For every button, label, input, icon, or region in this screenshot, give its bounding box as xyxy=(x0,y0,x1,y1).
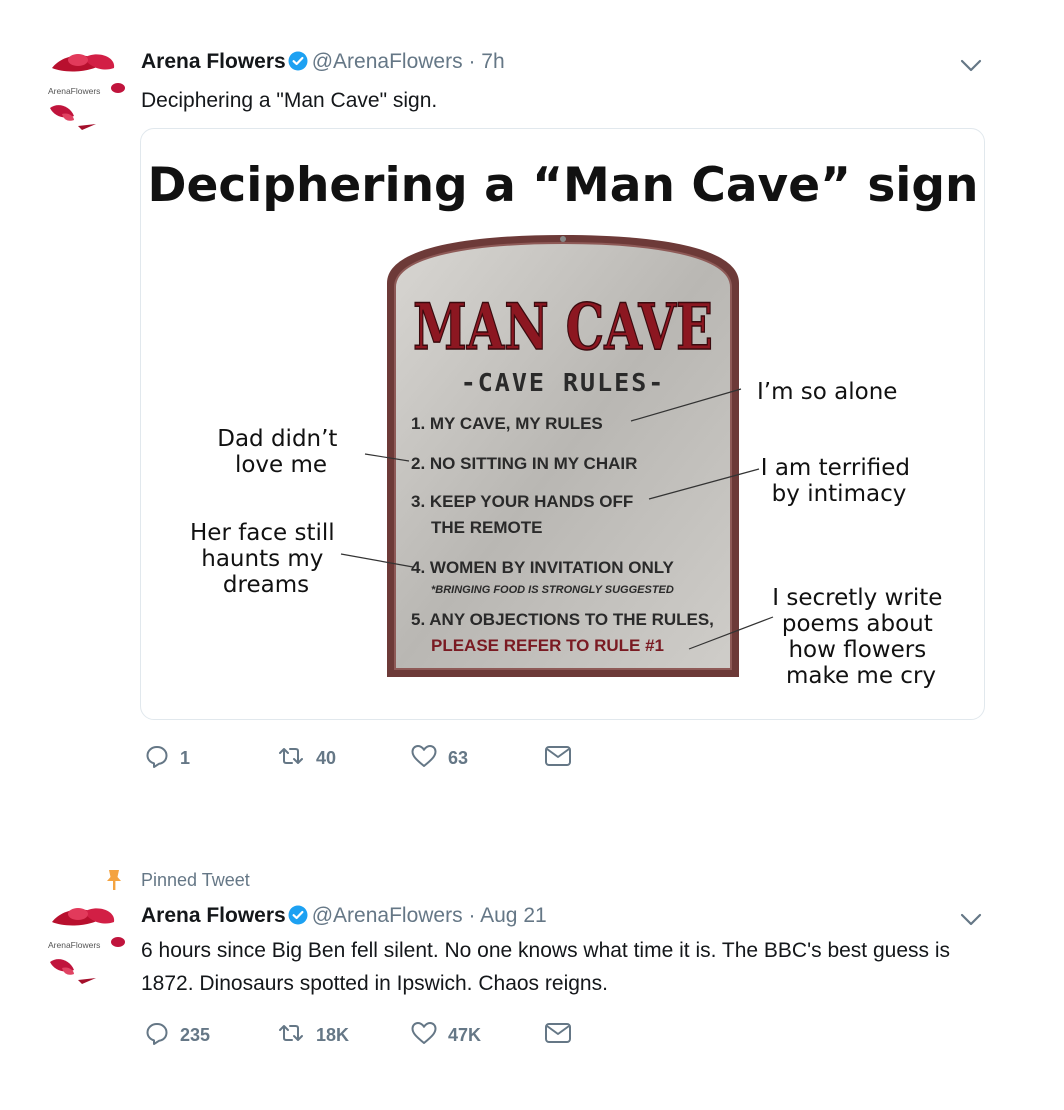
verified-badge-icon xyxy=(288,51,308,77)
direct-message-button[interactable] xyxy=(544,743,582,773)
direct-message-button[interactable] xyxy=(544,1020,582,1050)
meme-title: Deciphering a “Man Cave” sign xyxy=(147,158,978,213)
account-handle[interactable]: @ArenaFlowers xyxy=(312,50,463,73)
timestamp[interactable]: 7h xyxy=(481,50,504,73)
pinned-label: Pinned Tweet xyxy=(141,870,250,890)
pin-icon xyxy=(104,868,124,897)
sign-rule: 4. WOMEN BY INVITATION ONLY xyxy=(411,558,675,577)
reply-icon xyxy=(144,743,180,774)
tweet[interactable]: Pinned Tweet ArenaFlowers Arena Flowers @… xyxy=(0,862,1064,1092)
heart-icon xyxy=(410,743,448,774)
sign-rule: PLEASE REFER TO RULE #1 xyxy=(431,636,664,655)
heart-icon xyxy=(410,1020,448,1051)
annotation-alone: I’m so alone xyxy=(757,379,897,405)
reply-icon xyxy=(144,1020,180,1051)
envelope-icon xyxy=(544,1021,582,1050)
avatar[interactable]: ArenaFlowers xyxy=(44,904,128,988)
tweet[interactable]: ArenaFlowers Arena Flowers @ArenaFlowers … xyxy=(0,0,1064,800)
sign-rule: THE REMOTE xyxy=(431,518,542,537)
chevron-down-icon[interactable] xyxy=(958,906,984,932)
annotation-intimacy: I am terrified by intimacy xyxy=(761,455,918,507)
sign-rule: 5. ANY OBJECTIONS TO THE RULES, xyxy=(411,610,714,629)
tweet-text: 6 hours since Big Ben fell silent. No on… xyxy=(141,939,951,995)
arena-flowers-logo: ArenaFlowers xyxy=(48,908,125,984)
annotation-dad: Dad didn’t love me xyxy=(217,426,345,478)
reply-count: 235 xyxy=(180,1024,211,1045)
tweet-header: Arena Flowers @ArenaFlowers · 7h xyxy=(141,50,505,77)
sign-subheading: -CAVE RULES- xyxy=(461,368,666,397)
account-name[interactable]: Arena Flowers xyxy=(141,904,286,927)
tweet-text: Deciphering a "Man Cave" sign. xyxy=(141,89,438,112)
account-name[interactable]: Arena Flowers xyxy=(141,50,286,73)
tweet-media[interactable]: Deciphering a “Man Cave” sign MAN CAVE -… xyxy=(140,128,985,720)
annotation-her-face: Her face still haunts my dreams xyxy=(190,520,342,598)
man-cave-sign: MAN CAVE -CAVE RULES- 1. MY CAVE, MY RUL… xyxy=(387,235,739,677)
like-count: 47K xyxy=(448,1024,482,1045)
svg-text:ArenaFlowers: ArenaFlowers xyxy=(48,86,100,96)
retweet-button[interactable]: 40 xyxy=(276,743,336,773)
retweet-button[interactable]: 18K xyxy=(276,1020,349,1050)
verified-badge-icon xyxy=(288,905,308,931)
arena-flowers-logo: ArenaFlowers xyxy=(48,54,125,130)
retweet-count: 18K xyxy=(316,1024,350,1045)
timestamp[interactable]: Aug 21 xyxy=(480,904,547,927)
like-count: 63 xyxy=(448,747,469,768)
like-button[interactable]: 47K xyxy=(410,1020,481,1050)
annotation-poems: I secretly write poems about how flowers… xyxy=(772,585,949,689)
man-cave-meme-image: Deciphering a “Man Cave” sign MAN CAVE -… xyxy=(147,158,978,689)
retweet-icon xyxy=(276,1020,316,1051)
avatar[interactable]: ArenaFlowers xyxy=(44,50,128,134)
envelope-icon xyxy=(544,744,582,773)
reply-button[interactable]: 1 xyxy=(144,743,190,773)
chevron-down-icon[interactable] xyxy=(958,52,984,78)
separator: · xyxy=(468,904,476,927)
separator: · xyxy=(468,50,476,73)
retweet-count: 40 xyxy=(316,747,337,768)
like-button[interactable]: 63 xyxy=(410,743,468,773)
sign-footnote: *BRINGING FOOD IS STRONGLY SUGGESTED xyxy=(431,584,674,596)
retweet-icon xyxy=(276,743,316,774)
svg-text:ArenaFlowers: ArenaFlowers xyxy=(48,940,100,950)
pinned-indicator: Pinned Tweet xyxy=(0,868,400,894)
sign-rule: 3. KEEP YOUR HANDS OFF xyxy=(411,492,633,511)
account-handle[interactable]: @ArenaFlowers xyxy=(312,904,463,927)
reply-count: 1 xyxy=(180,747,191,768)
sign-rule: 2. NO SITTING IN MY CHAIR xyxy=(411,454,637,473)
sign-rule: 1. MY CAVE, MY RULES xyxy=(411,414,603,433)
tweet-actions: 235 18K 47K xyxy=(144,1020,744,1050)
tweet-header: Arena Flowers @ArenaFlowers · Aug 21 xyxy=(141,904,547,931)
reply-button[interactable]: 235 xyxy=(144,1020,210,1050)
tweet-actions: 1 40 63 xyxy=(144,743,744,773)
sign-heading: MAN CAVE xyxy=(413,290,713,365)
